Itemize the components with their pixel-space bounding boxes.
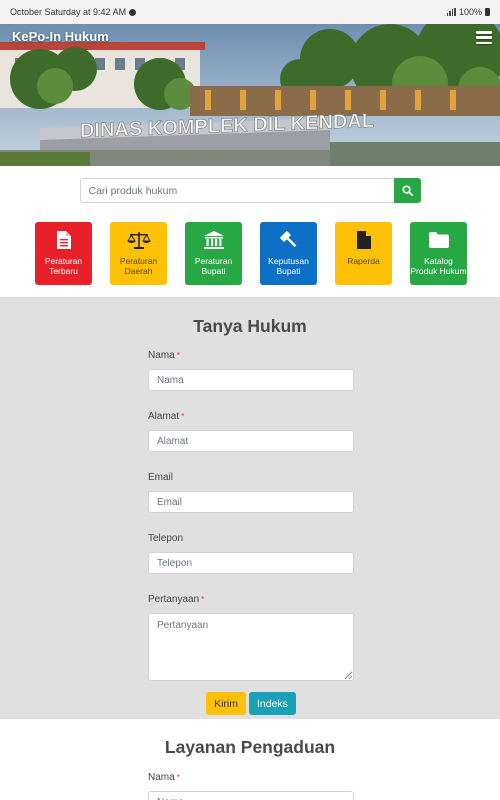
- tile-label-line1: Keputusan: [268, 256, 309, 266]
- layanan-pengaduan-section: Layanan Pengaduan Nama *: [0, 719, 500, 800]
- category-tiles: Peraturan Terbaru Peraturan Daerah Perat…: [0, 222, 500, 285]
- kirim-button[interactable]: Kirim: [206, 692, 246, 715]
- signal-icon: [446, 8, 456, 16]
- search-button[interactable]: [393, 178, 421, 203]
- tile-label-line2: Terbaru: [49, 266, 78, 276]
- tile-katalog-produk-hukum[interactable]: Katalog Produk Hukum: [410, 222, 467, 285]
- pertanyaan-label: Pertanyaan *: [148, 594, 205, 605]
- tile-label-line1: Peraturan: [194, 256, 233, 266]
- battery-icon: [485, 8, 490, 16]
- pengaduan-nama-field[interactable]: [148, 791, 354, 800]
- nama-label: Nama *: [148, 772, 180, 783]
- tile-label-line2: Bupati: [201, 266, 226, 276]
- tile-label-line1: Peraturan: [44, 256, 83, 266]
- required-mark: *: [201, 595, 205, 604]
- tile-label-line2: Produk Hukum: [410, 266, 467, 276]
- section-title: Tanya Hukum: [193, 316, 307, 336]
- search-bar: [0, 178, 500, 203]
- tile-label-line2: Daerah: [124, 266, 153, 276]
- layanan-pengaduan-form: Nama *: [148, 772, 354, 800]
- document-icon: [56, 231, 71, 249]
- tile-label-line1: Peraturan: [119, 256, 158, 266]
- institution-icon: [203, 231, 224, 249]
- status-time: October Saturday at 9:42 AM: [10, 7, 127, 17]
- scales-icon: [126, 232, 151, 249]
- nama-field[interactable]: [148, 369, 354, 391]
- tile-raperda[interactable]: Raperda: [335, 222, 392, 285]
- telepon-label: Telepon: [148, 533, 184, 544]
- notification-icon: [129, 8, 137, 16]
- battery-level: 100%: [458, 7, 482, 17]
- form-actions: Kirim Indeks: [148, 692, 354, 715]
- search-input[interactable]: [79, 178, 394, 203]
- hamburger-icon[interactable]: [476, 31, 492, 44]
- pertanyaan-field[interactable]: [148, 613, 354, 681]
- hero-banner: DINAS KOMPLEK DIL KENDAL KePo-In Hukum: [0, 24, 500, 166]
- nama-label: Nama *: [148, 350, 180, 361]
- tile-peraturan-daerah[interactable]: Peraturan Daerah: [110, 222, 167, 285]
- alamat-label: Alamat *: [148, 411, 185, 422]
- required-mark: *: [176, 773, 180, 782]
- tanya-hukum-form: Nama* Alamat* Email Telepon Pertanyaan* …: [148, 350, 354, 715]
- status-bar: October Saturday at 9:42 AM 100%: [0, 0, 500, 24]
- brand-title[interactable]: KePo-In Hukum: [12, 29, 109, 44]
- section-title: Layanan Pengaduan: [164, 737, 336, 757]
- email-field[interactable]: [148, 491, 354, 513]
- tile-label-line1: Raperda: [347, 256, 380, 266]
- tanya-hukum-section: Tanya Hukum Nama* Alamat* Email Telepon …: [0, 297, 500, 719]
- file-icon: [356, 231, 371, 249]
- indeks-button[interactable]: Indeks: [248, 692, 296, 715]
- hero-photo: DINAS KOMPLEK DIL KENDAL: [0, 24, 500, 166]
- tile-peraturan-bupati[interactable]: Peraturan Bupati: [185, 222, 242, 285]
- search-icon: [401, 185, 413, 196]
- tile-peraturan-terbaru[interactable]: Peraturan Terbaru: [35, 222, 92, 285]
- gavel-icon: [279, 231, 296, 248]
- tile-keputusan-bupati[interactable]: Keputusan Bupati: [260, 222, 317, 285]
- alamat-field[interactable]: [148, 430, 354, 452]
- required-mark: *: [181, 412, 185, 421]
- folder-icon: [428, 232, 449, 248]
- email-label: Email: [148, 472, 174, 483]
- required-mark: *: [176, 351, 180, 360]
- tile-label-line1: Katalog: [424, 256, 453, 266]
- tile-label-line2: Bupati: [276, 266, 301, 276]
- telepon-field[interactable]: [148, 552, 354, 574]
